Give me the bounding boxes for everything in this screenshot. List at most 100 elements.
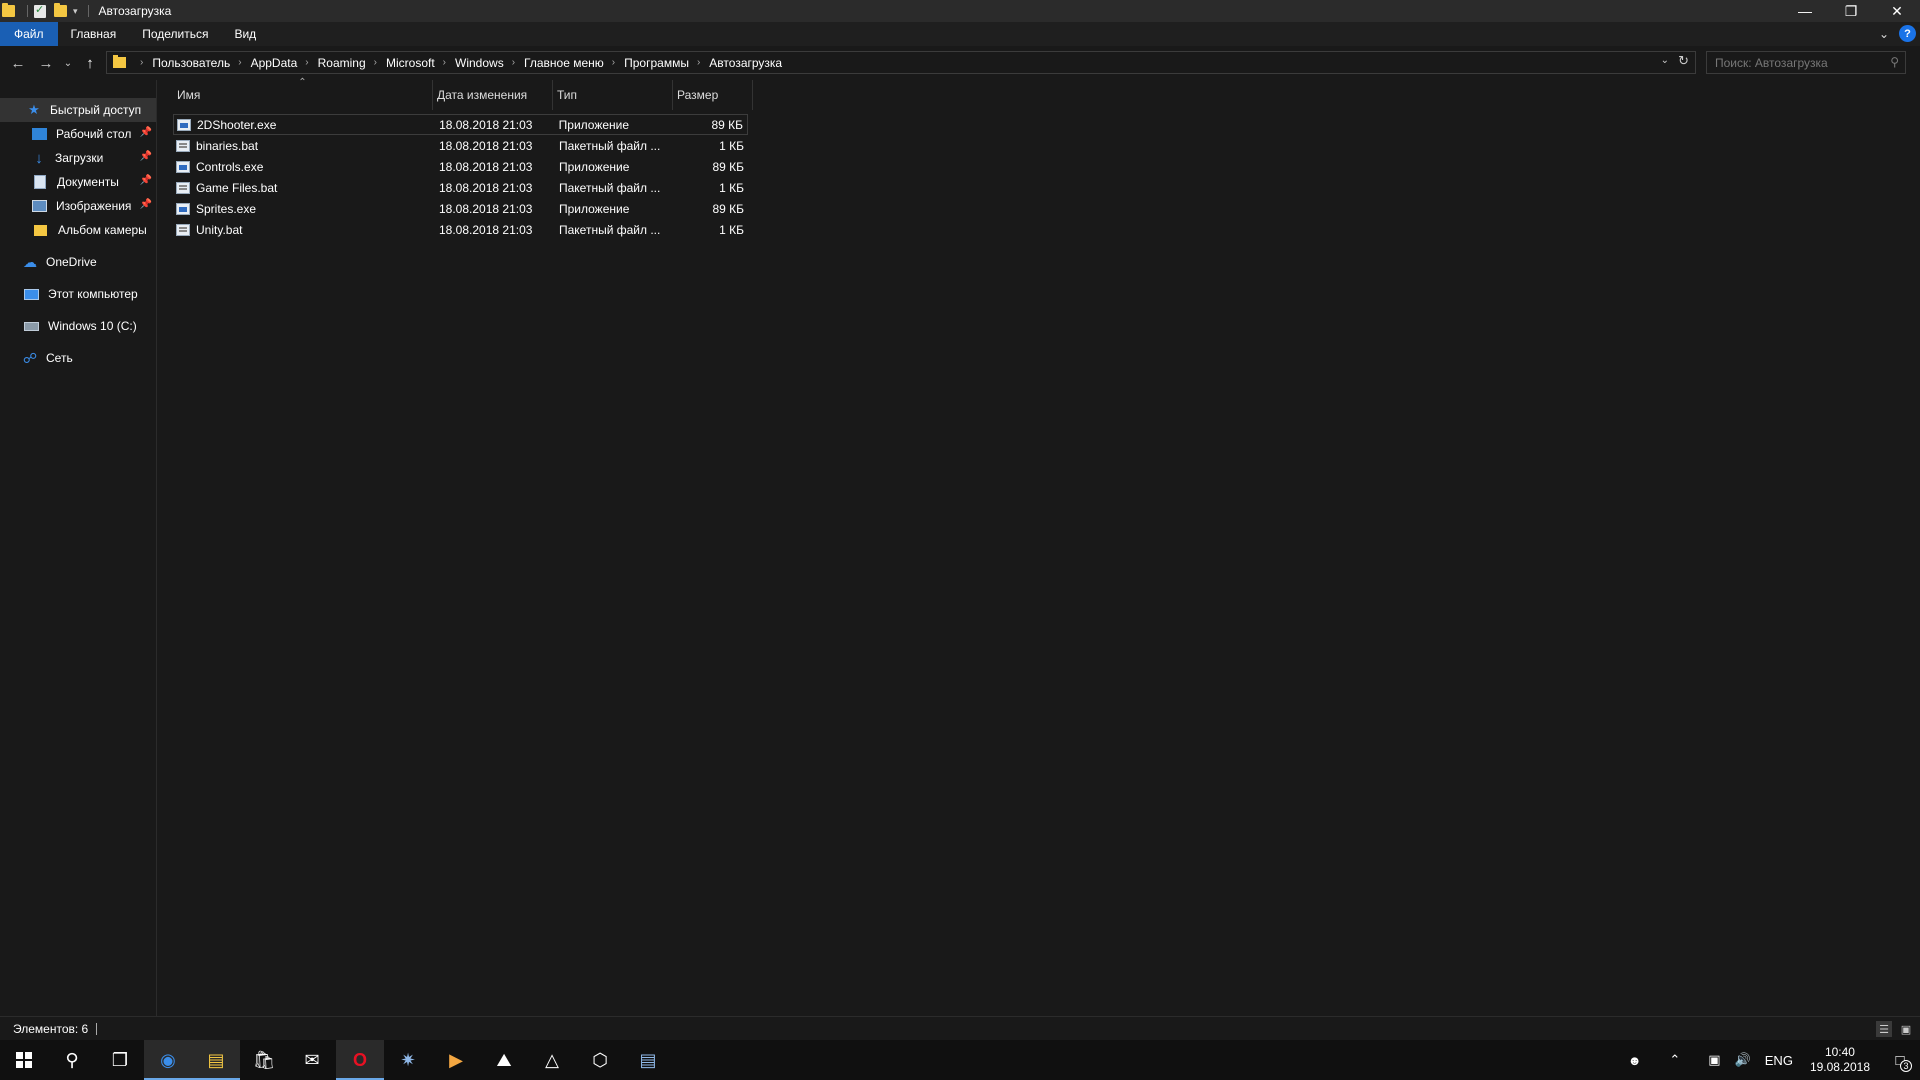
breadcrumb-separator-icon[interactable]: › xyxy=(238,57,241,68)
language-indicator[interactable]: ENG xyxy=(1758,1053,1800,1068)
file-list: ⌃ Имя Дата изменения Тип Размер 2DShoote… xyxy=(158,77,1920,1016)
sidebar-item-network[interactable]: ☍ Сеть xyxy=(0,346,156,370)
address-history-dropdown-icon[interactable]: ⌄ xyxy=(1661,55,1669,66)
volume-icon[interactable]: 🔊 xyxy=(1728,1052,1758,1068)
taskbar-app-mail[interactable]: ✉ xyxy=(288,1040,336,1080)
search-placeholder: Поиск: Автозагрузка xyxy=(1715,55,1828,70)
taskbar-app-media[interactable]: ▶ xyxy=(432,1040,480,1080)
people-icon[interactable]: ☻ xyxy=(1621,1053,1649,1068)
tab-view[interactable]: Вид xyxy=(221,22,269,46)
network-status-icon[interactable]: ▣ xyxy=(1701,1052,1727,1068)
breadcrumb-separator-icon[interactable]: › xyxy=(612,57,615,68)
column-header-date[interactable]: Дата изменения xyxy=(433,80,553,110)
sidebar-item-desktop[interactable]: Рабочий стол 📌 xyxy=(0,122,156,146)
breadcrumb-separator-icon[interactable]: › xyxy=(512,57,515,68)
navigation-pane: ★ Быстрый доступ Рабочий стол 📌 ↓ Загруз… xyxy=(0,80,157,1016)
3d-viewer-icon: ⬡ xyxy=(592,1049,608,1070)
file-type: Приложение xyxy=(559,159,630,174)
restore-button[interactable]: ❐ xyxy=(1828,0,1874,22)
breadcrumb-separator-icon[interactable]: › xyxy=(305,57,308,68)
breadcrumb-separator-icon[interactable]: › xyxy=(443,57,446,68)
network-icon: ☍ xyxy=(22,349,38,366)
breadcrumb-item[interactable]: Windows xyxy=(455,56,504,70)
clock[interactable]: 10:40 19.08.2018 xyxy=(1800,1045,1880,1075)
file-type: Пакетный файл ... xyxy=(559,138,661,153)
file-date: 18.08.2018 21:03 xyxy=(439,180,533,195)
properties-icon[interactable] xyxy=(34,3,46,18)
column-header-name[interactable]: ⌃ Имя xyxy=(173,77,433,110)
taskbar-app-remote[interactable]: ▤ xyxy=(624,1040,672,1080)
large-icons-view-icon[interactable]: ▣ xyxy=(1898,1021,1914,1037)
expand-ribbon-icon[interactable]: ⌄ xyxy=(1879,27,1889,41)
file-name: Controls.exe xyxy=(196,159,264,174)
file-size: 1 КБ xyxy=(719,138,744,153)
folder-icon xyxy=(34,224,47,236)
media-player-icon: ▶ xyxy=(449,1049,463,1070)
taskbar-app-photos[interactable]: ⛰ xyxy=(480,1040,528,1080)
new-folder-icon[interactable] xyxy=(54,3,67,17)
sidebar-item-quick-access[interactable]: ★ Быстрый доступ xyxy=(0,98,156,122)
notification-count: 3 xyxy=(1900,1060,1912,1072)
file-type: Приложение xyxy=(558,117,630,132)
file-name: binaries.bat xyxy=(196,138,259,153)
sidebar-item-documents[interactable]: Документы 📌 xyxy=(0,170,156,194)
file-rows: 2DShooter.exe 18.08.2018 21:03 Приложени… xyxy=(173,114,748,240)
sidebar-item-onedrive[interactable]: ☁ OneDrive xyxy=(0,250,156,274)
search-taskbar-button[interactable]: ⚲ xyxy=(48,1040,96,1080)
up-button[interactable]: ↑ xyxy=(76,49,104,77)
taskbar-app-explorer[interactable]: ▤ xyxy=(192,1040,240,1080)
breadcrumb-separator-icon[interactable]: › xyxy=(374,57,377,68)
sort-ascending-icon: ⌃ xyxy=(298,77,307,88)
sidebar-item-drive-c[interactable]: Windows 10 (C:) xyxy=(0,314,156,338)
window-controls: — ❐ ✕ xyxy=(1782,0,1920,22)
taskbar-app-opera[interactable]: O xyxy=(336,1040,384,1080)
table-row[interactable]: binaries.bat 18.08.2018 21:03 Пакетный ф… xyxy=(173,135,748,156)
breadcrumb-item[interactable]: Главное меню xyxy=(524,56,604,70)
column-header-type[interactable]: Тип xyxy=(553,80,673,110)
tab-share[interactable]: Поделиться xyxy=(129,22,221,46)
back-button[interactable]: ← xyxy=(4,49,32,77)
close-button[interactable]: ✕ xyxy=(1874,0,1920,22)
qat-dropdown-icon[interactable]: ▾ xyxy=(73,6,78,17)
task-view-button[interactable]: ❐ xyxy=(96,1040,144,1080)
recent-locations-button[interactable]: ⌄ xyxy=(60,49,76,77)
search-icon[interactable]: ⚲ xyxy=(1890,55,1899,69)
file-name-cell: Controls.exe xyxy=(173,160,433,174)
sidebar-item-this-pc[interactable]: Этот компьютер xyxy=(0,282,156,306)
taskbar-app-3d[interactable]: ⬡ xyxy=(576,1040,624,1080)
taskbar-app-paint[interactable]: ✷ xyxy=(384,1040,432,1080)
help-icon[interactable]: ? xyxy=(1899,25,1916,42)
table-row[interactable]: Unity.bat 18.08.2018 21:03 Пакетный файл… xyxy=(173,219,748,240)
taskbar-app-browser[interactable]: ◉ xyxy=(144,1040,192,1080)
sidebar-item-camera-roll[interactable]: Альбом камеры xyxy=(0,218,156,242)
file-date: 18.08.2018 21:03 xyxy=(439,159,533,174)
drive-icon xyxy=(24,321,39,331)
search-box[interactable]: Поиск: Автозагрузка ⚲ xyxy=(1706,51,1906,74)
breadcrumb-separator-icon[interactable]: › xyxy=(697,57,700,68)
details-view-icon[interactable]: ☰ xyxy=(1876,1021,1892,1037)
breadcrumb-item[interactable]: Программы xyxy=(624,56,689,70)
tab-home[interactable]: Главная xyxy=(58,22,130,46)
refresh-icon[interactable]: ↻ xyxy=(1678,53,1689,69)
table-row[interactable]: 2DShooter.exe 18.08.2018 21:03 Приложени… xyxy=(173,114,748,135)
show-hidden-icons-icon[interactable]: ⌃ xyxy=(1662,1052,1687,1068)
tab-file[interactable]: Файл xyxy=(0,22,58,46)
breadcrumb-separator-icon[interactable]: › xyxy=(140,57,143,68)
table-row[interactable]: Sprites.exe 18.08.2018 21:03 Приложение … xyxy=(173,198,748,219)
action-center-button[interactable]: □ 3 xyxy=(1880,1040,1920,1080)
sidebar-item-pictures[interactable]: Изображения 📌 xyxy=(0,194,156,218)
file-name-cell: binaries.bat xyxy=(173,139,433,153)
table-row[interactable]: Game Files.bat 18.08.2018 21:03 Пакетный… xyxy=(173,177,748,198)
column-header-size[interactable]: Размер xyxy=(673,80,753,110)
table-row[interactable]: Controls.exe 18.08.2018 21:03 Приложение… xyxy=(173,156,748,177)
taskbar-app-store[interactable]: 🛍 xyxy=(240,1040,288,1080)
taskbar-app-fonts[interactable]: △ xyxy=(528,1040,576,1080)
breadcrumb-item[interactable]: Автозагрузка xyxy=(709,56,782,70)
batch-file-icon xyxy=(176,139,190,152)
minimize-button[interactable]: — xyxy=(1782,0,1828,22)
browser-app-icon: ◉ xyxy=(160,1049,176,1070)
photos-icon: ⛰ xyxy=(496,1049,512,1070)
forward-button[interactable]: → xyxy=(32,49,60,77)
start-button[interactable] xyxy=(0,1040,48,1080)
sidebar-item-downloads[interactable]: ↓ Загрузки 📌 xyxy=(0,146,156,170)
